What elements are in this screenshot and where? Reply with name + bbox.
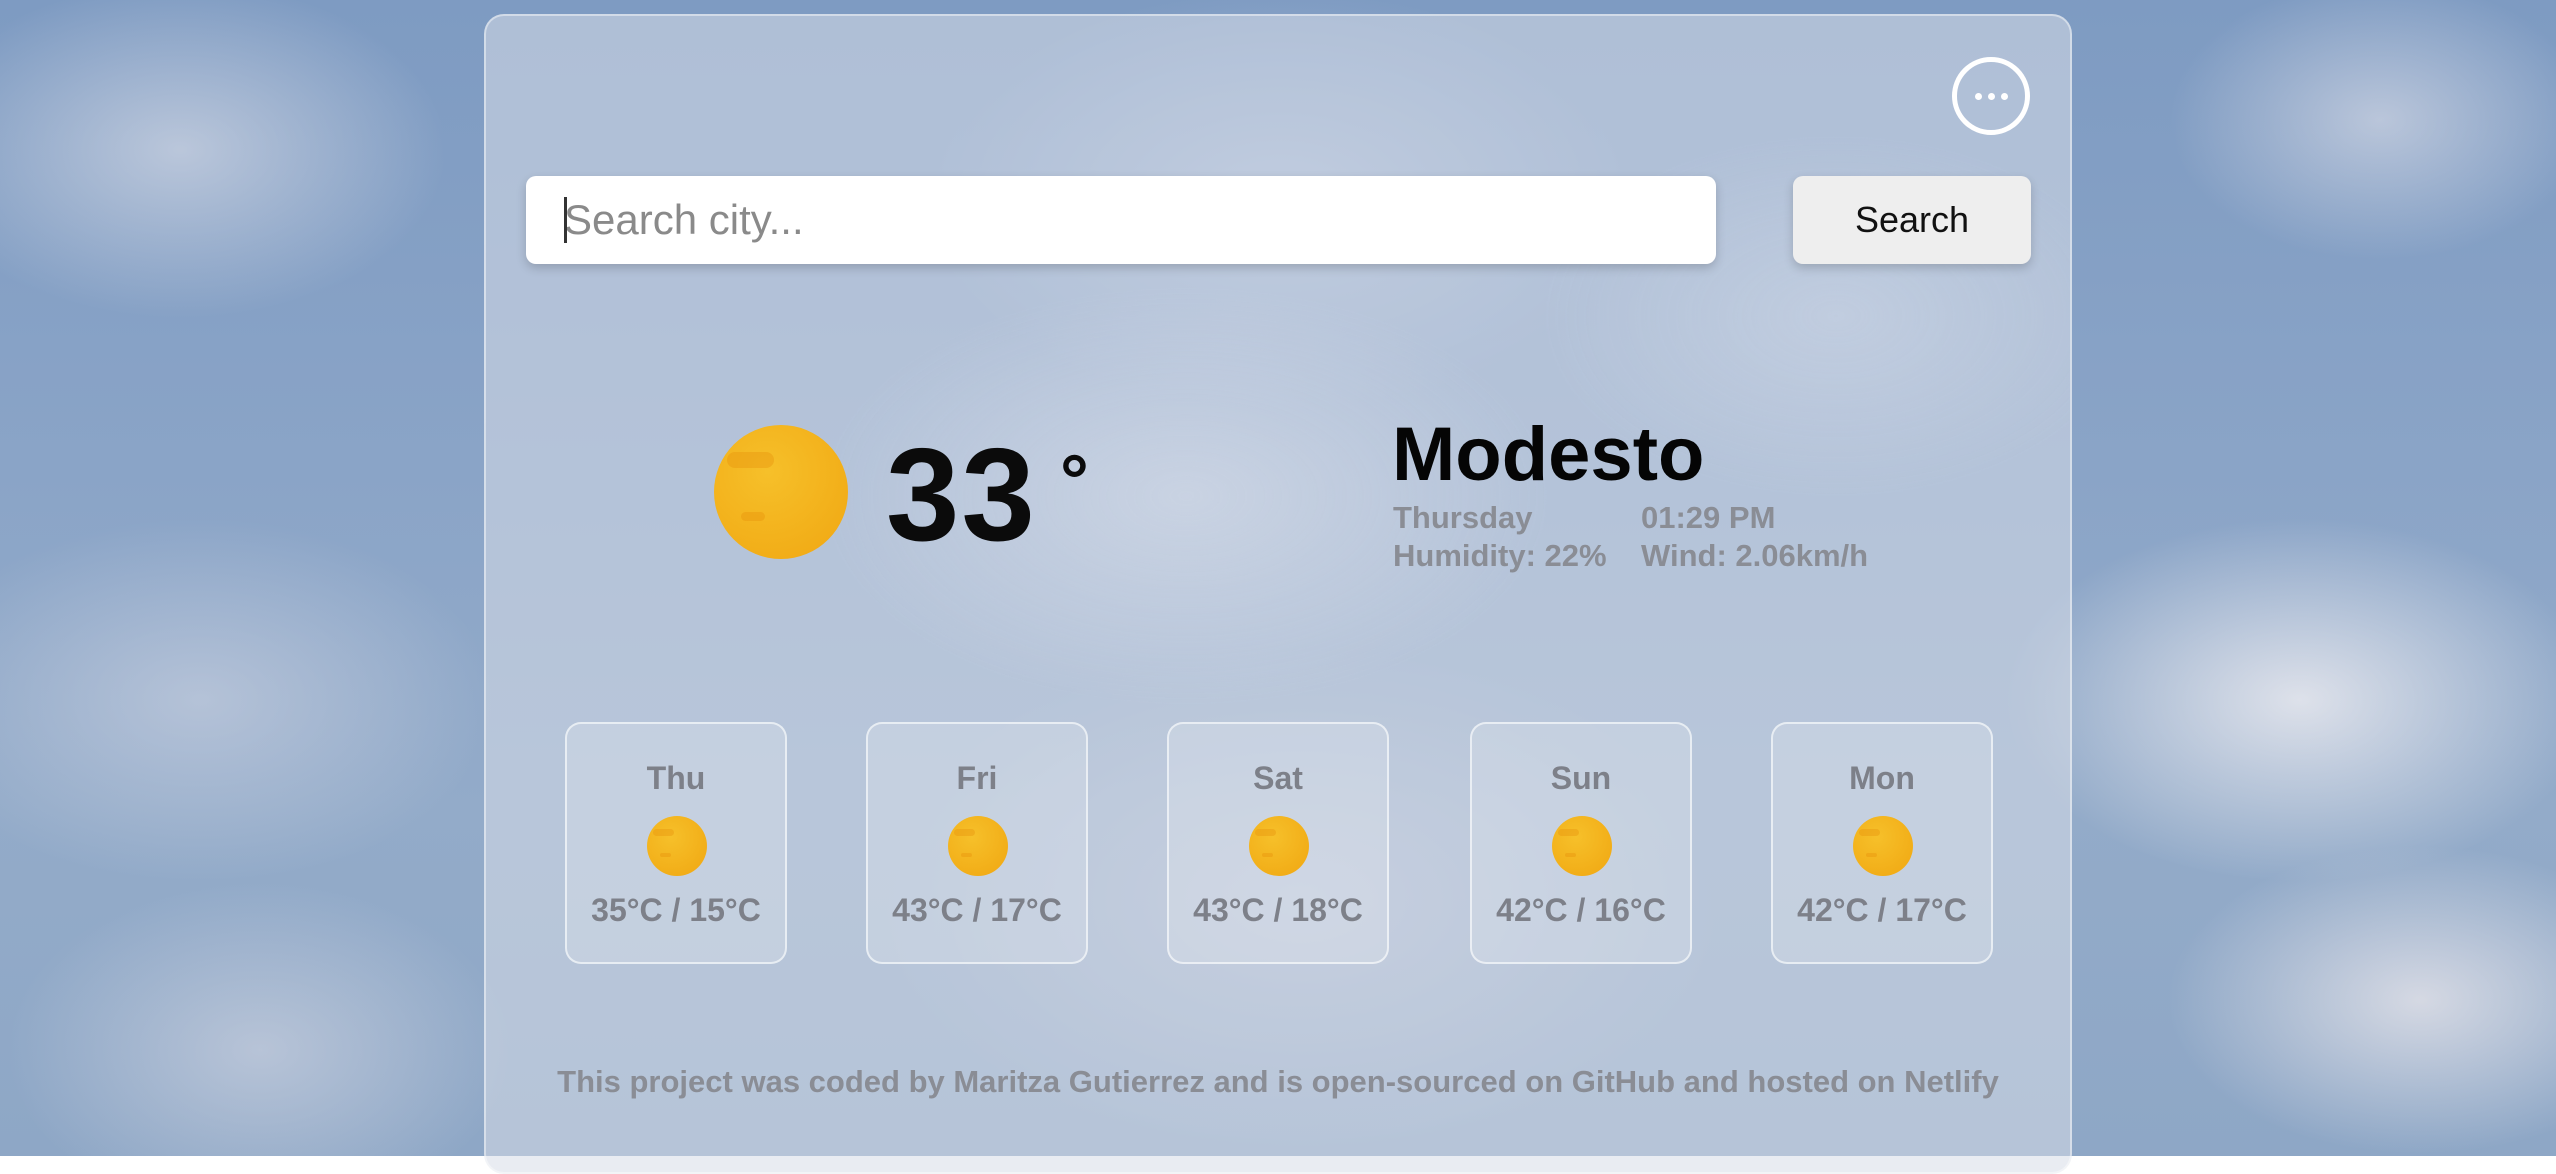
more-horizontal-icon-dot	[1987, 92, 1995, 100]
search-city-input[interactable]	[526, 176, 1716, 264]
current-time: 01:29 PM	[1641, 500, 1776, 535]
forecast-card: Sun 42°C / 16°C	[1470, 722, 1692, 964]
forecast-temp-range: 35°C / 15°C	[591, 892, 761, 928]
forecast-day: Sun	[1550, 760, 1612, 796]
forecast-day: Mon	[1849, 760, 1915, 796]
forecast-temp-range: 42°C / 17°C	[1797, 892, 1967, 928]
forecast-day: Thu	[646, 760, 706, 796]
forecast-temp-range: 43°C / 17°C	[892, 892, 1062, 928]
humidity: Humidity: 22%	[1393, 538, 1607, 573]
current-day: Thursday	[1393, 500, 1533, 535]
more-horizontal-icon	[1974, 92, 1982, 100]
sun-icon	[948, 816, 1008, 876]
current-temperature: 33	[886, 421, 1037, 568]
more-horizontal-icon-dot	[2000, 92, 2008, 100]
forecast-day: Fri	[956, 760, 998, 796]
forecast-temp-range: 42°C / 16°C	[1496, 892, 1666, 928]
forecast-day: Sat	[1253, 760, 1303, 796]
more-options-button[interactable]	[1952, 57, 2030, 135]
search-button[interactable]: Search	[1793, 176, 2031, 264]
sun-icon	[647, 816, 707, 876]
city-name: Modesto	[1392, 412, 1705, 497]
sun-icon	[1552, 816, 1612, 876]
sun-icon	[714, 425, 848, 559]
forecast-card: Thu 35°C / 15°C	[565, 722, 787, 964]
degree-symbol: °	[1060, 441, 1089, 521]
forecast-temp-range: 43°C / 18°C	[1193, 892, 1363, 928]
sun-icon	[1249, 816, 1309, 876]
text-caret	[564, 197, 567, 243]
forecast-card: Fri 43°C / 17°C	[866, 722, 1088, 964]
sun-icon	[1853, 816, 1913, 876]
forecast-card: Sat 43°C / 18°C	[1167, 722, 1389, 964]
forecast-card: Mon 42°C / 17°C	[1771, 722, 1993, 964]
footer-credits: This project was coded by Maritza Gutier…	[557, 1064, 1999, 1099]
wind-speed: Wind: 2.06km/h	[1641, 538, 1869, 573]
